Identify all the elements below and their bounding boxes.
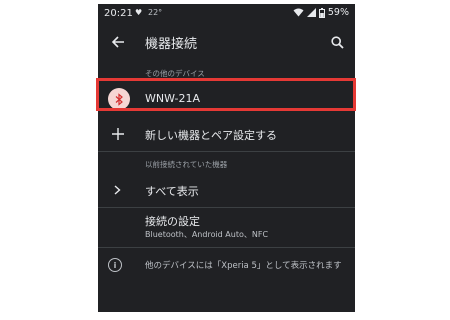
phone-screen: 20:21 ♥ 22° 59% 機器接続 その他のデバイス WNW-21A 新し… bbox=[98, 4, 355, 312]
heart-icon: ♥ bbox=[135, 8, 143, 17]
status-icons: 59% bbox=[293, 7, 349, 18]
show-all-label: すべて表示 bbox=[145, 185, 199, 198]
bluetooth-icon bbox=[108, 88, 130, 110]
device-name-info-row: i 他のデバイスには「Xperia 5」として表示されます bbox=[98, 251, 355, 281]
chevron-right-icon bbox=[109, 182, 125, 198]
divider bbox=[98, 151, 355, 152]
section-label-other-devices: その他のデバイス bbox=[145, 69, 205, 78]
device-name: WNW-21A bbox=[145, 92, 201, 105]
connection-settings-title: 接続の設定 bbox=[145, 215, 200, 228]
battery-icon bbox=[318, 7, 325, 18]
status-temperature: 22° bbox=[148, 8, 163, 17]
back-button[interactable] bbox=[106, 30, 130, 54]
connection-settings-subtitle: Bluetooth、Android Auto、NFC bbox=[145, 230, 269, 239]
battery-percent: 59% bbox=[327, 7, 349, 18]
section-label-previously-connected: 以前接続されていた機器 bbox=[145, 160, 228, 169]
signal-icon bbox=[306, 8, 316, 17]
info-icon: i bbox=[108, 258, 122, 272]
wifi-icon bbox=[293, 8, 304, 17]
device-row-wnw-21a[interactable]: WNW-21A bbox=[98, 81, 355, 117]
search-icon bbox=[330, 35, 344, 49]
app-bar: 機器接続 bbox=[98, 24, 355, 60]
pair-new-device-label: 新しい機器とペア設定する bbox=[145, 129, 277, 142]
connection-settings-row[interactable]: 接続の設定 Bluetooth、Android Auto、NFC bbox=[98, 208, 355, 246]
status-bar: 20:21 ♥ 22° 59% bbox=[98, 4, 355, 24]
show-all-row[interactable]: すべて表示 bbox=[98, 174, 355, 208]
plus-icon bbox=[108, 124, 128, 144]
device-name-info-text: 他のデバイスには「Xperia 5」として表示されます bbox=[145, 261, 342, 271]
status-time: 20:21 bbox=[104, 8, 133, 19]
back-arrow-icon bbox=[111, 36, 124, 48]
pair-new-device-row[interactable]: 新しい機器とペア設定する bbox=[98, 117, 355, 151]
search-button[interactable] bbox=[325, 30, 349, 54]
page-title: 機器接続 bbox=[145, 37, 198, 52]
divider bbox=[98, 247, 355, 248]
